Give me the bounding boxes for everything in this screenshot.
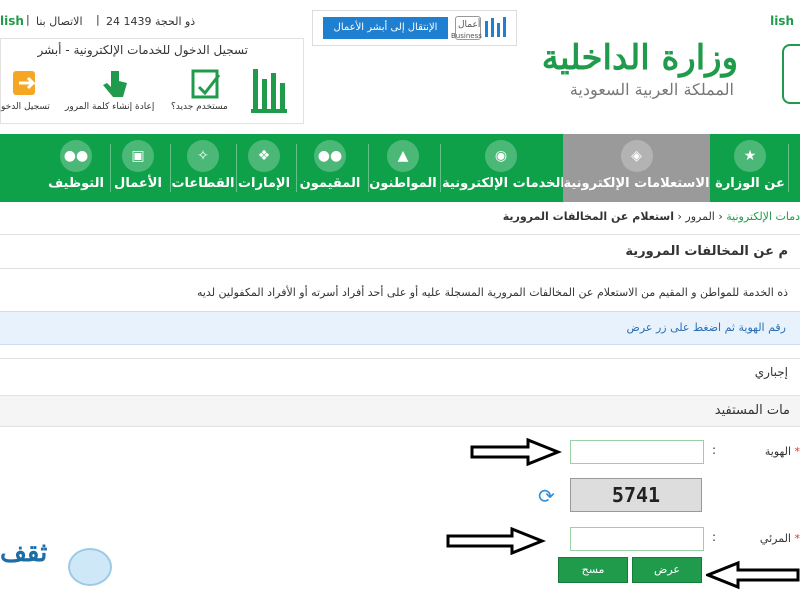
arrow-to-code-input — [446, 527, 546, 555]
nav-item-jobs[interactable]: ●● التوظيف — [42, 134, 110, 202]
language-link[interactable]: lish — [0, 14, 24, 28]
nav-item-residents[interactable]: ●● المقيمون — [296, 134, 364, 202]
citizen-icon: ▲ — [387, 140, 419, 172]
absher-logo-icon — [247, 65, 293, 117]
emblem-icon: ★ — [734, 140, 766, 172]
nav-item-emirates[interactable]: ❖ الإمارات — [236, 134, 292, 202]
main-nav: ●● التوظيف ▣ الأعمال ✧ القطاعات ❖ الإمار… — [0, 134, 800, 202]
contact-link[interactable]: الاتصال بنا — [36, 15, 83, 28]
login-title: تسجيل الدخول للخدمات الإلكترونية - أبشر — [37, 43, 248, 57]
arrow-to-id-input — [470, 438, 562, 466]
business-portal-button[interactable]: الإنتقال إلى أبشر الأعمال — [323, 17, 448, 39]
nav-item-e-services[interactable]: ◉ الخدمات الإلكترونية — [442, 134, 565, 202]
nav-item-sectors[interactable]: ✧ القطاعات — [170, 134, 236, 202]
reset-password-label[interactable]: إعادة إنشاء كلمة المرور — [65, 102, 154, 112]
language-link[interactable]: lish — [770, 14, 794, 28]
required-option: إجباري — [754, 365, 788, 379]
chevron-left-icon: ‹ — [714, 210, 723, 223]
breadcrumb: دمات الإلكترونية ‹ المرور ‹ استعلام عن ا… — [503, 210, 800, 223]
nav-item-e-inquiries[interactable]: ◈ الاستعلامات الإلكترونية — [563, 134, 710, 202]
nav-item-business[interactable]: ▣ الأعمال — [110, 134, 166, 202]
clear-button[interactable]: مسح — [558, 557, 628, 583]
id-number-input[interactable] — [570, 440, 704, 464]
ministry-subtitle: المملكة العربية السعودية — [569, 80, 734, 99]
absher-business-icon — [483, 15, 511, 41]
ministry-title: وزارة الداخلية — [541, 38, 738, 78]
reset-password-icon[interactable] — [93, 65, 137, 105]
beneficiary-section-header: مات المستفيد — [0, 395, 800, 427]
refresh-captcha-icon[interactable]: ⟳ — [538, 484, 555, 508]
business-brand: أعمال — [458, 20, 481, 30]
nav-item-citizens[interactable]: ▲ المواطنون — [368, 134, 438, 202]
new-user-label[interactable]: مستخدم جديد؟ — [171, 102, 228, 112]
hijri-date: 24 ذو الحجة 1439 — [106, 15, 196, 28]
breadcrumb-current: استعلام عن المخالفات المرورية — [502, 210, 674, 223]
calligraphy-icon: ❖ — [248, 140, 280, 172]
top-separator: | — [96, 13, 100, 26]
business-brand-en: Business — [451, 32, 482, 40]
people-group-icon: ●● — [60, 140, 92, 172]
login-label[interactable]: تسجيل الدخو — [1, 102, 50, 112]
network-icon: ✧ — [187, 140, 219, 172]
users-icon: ●● — [314, 140, 346, 172]
new-user-icon[interactable] — [185, 65, 229, 105]
ministry-emblem-icon — [782, 44, 800, 104]
service-description: ذه الخدمة للمواطن و المقيم من الاستعلام … — [196, 286, 788, 299]
login-arrow-icon[interactable] — [5, 65, 49, 105]
arrow-to-submit — [706, 560, 800, 590]
lightbulb-icon — [68, 548, 112, 586]
chevron-left-icon: ‹ — [673, 210, 682, 223]
watermark-logo: ثقف — [0, 538, 48, 568]
submit-button[interactable]: عرض — [632, 557, 702, 583]
nav-item-about[interactable]: ★ عن الوزارة — [712, 134, 788, 202]
section-title: مات المستفيد — [714, 403, 790, 418]
id-number-label: * الهوية — [764, 445, 800, 458]
visual-code-input[interactable] — [570, 527, 704, 551]
instruction-text: رقم الهوية ثم اضغط على زر عرض — [626, 321, 786, 334]
code-colon: : — [712, 530, 717, 544]
globe-icon: ◉ — [485, 140, 517, 172]
top-separator-2: | — [26, 13, 30, 26]
login-panel: تسجيل الدخول للخدمات الإلكترونية - أبشر … — [0, 38, 304, 124]
visual-code-label: * المرئي — [759, 532, 800, 545]
breadcrumb-root[interactable]: دمات الإلكترونية — [726, 210, 800, 223]
breadcrumb-traffic[interactable]: المرور — [685, 210, 714, 223]
captcha-image: 5741 — [570, 478, 702, 512]
id-colon: : — [712, 443, 717, 457]
map-icon: ◈ — [620, 140, 653, 172]
briefcase-icon: ▣ — [122, 140, 154, 172]
business-box: الإنتقال إلى أبشر الأعمال أعمال Business — [312, 10, 517, 46]
page-title: م عن المخالفات المرورية — [625, 244, 788, 259]
instruction-bar: رقم الهوية ثم اضغط على زر عرض — [0, 311, 800, 345]
